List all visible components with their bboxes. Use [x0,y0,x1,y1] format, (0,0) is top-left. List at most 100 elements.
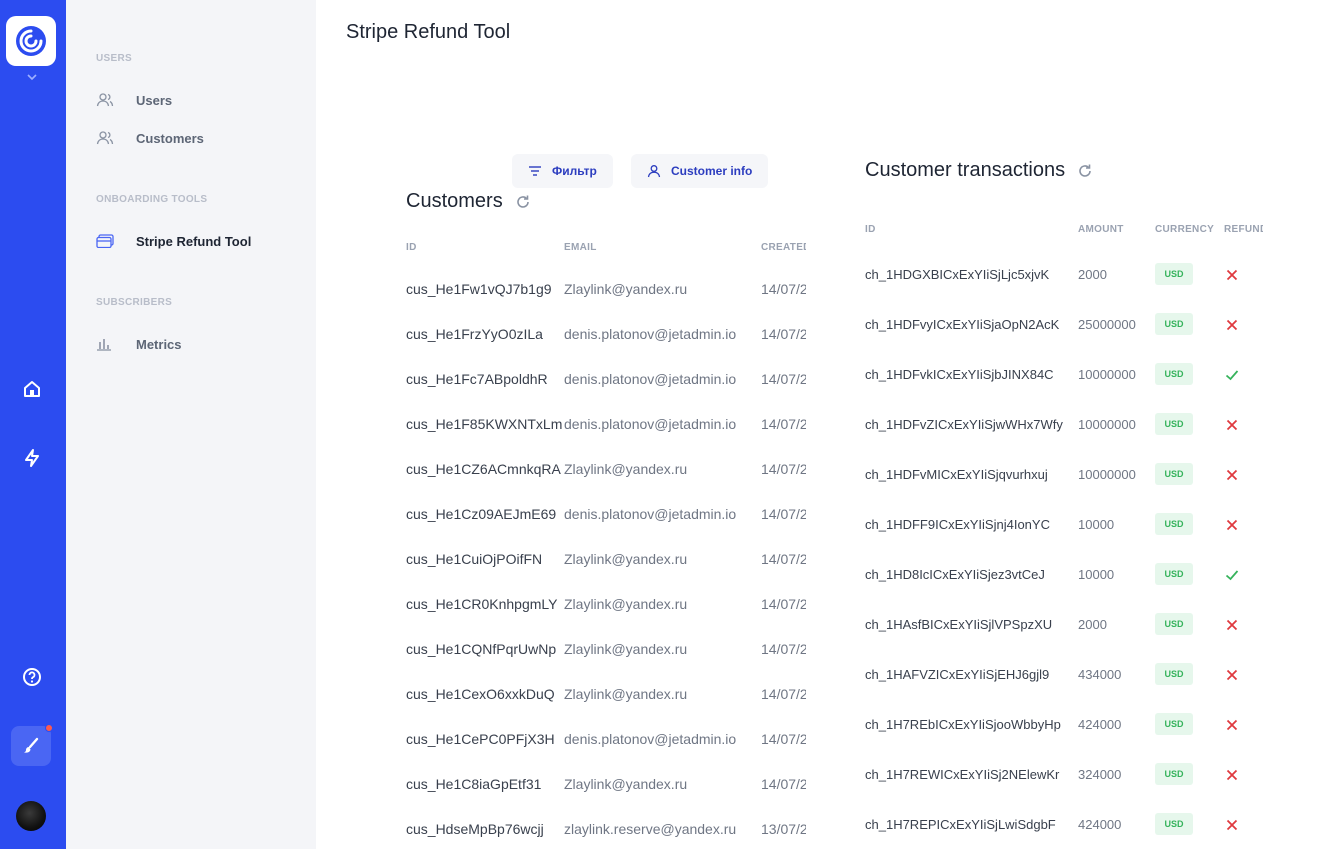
currency-badge: USD [1155,313,1193,335]
transactions-table: Customer transactions ID AMOUNT CURRENCY… [865,0,1263,849]
table-row[interactable]: ch_1H7REPICxExYIiSjLwiSdgbF 424000 USD [865,813,1263,837]
sidebar-item-stripe-refund-tool[interactable]: Stripe Refund Tool [96,229,251,253]
sidebar-item-label: Stripe Refund Tool [136,233,252,249]
home-icon[interactable] [19,376,45,402]
app-logo[interactable] [6,16,56,66]
customer-id: cus_He1CexO6xxkDuQ [406,686,555,702]
cross-icon [1226,519,1238,531]
table-row[interactable]: ch_1HDFF9ICxExYIiSjnj4IonYC 10000 USD [865,513,1263,537]
customer-id: cus_He1Fc7ABpoldhR [406,371,548,387]
column-header-email[interactable]: EMAIL [564,242,597,253]
transaction-id: ch_1HD8IcICxExYIiSjez3vtCeJ [865,567,1045,582]
transaction-id: ch_1H7REWICxExYIiSj2NElewKr [865,767,1060,782]
cross-icon [1226,319,1238,331]
table-row[interactable]: cus_He1CQNfPqrUwNp Zlaylink@yandex.ru 14/0… [406,641,806,661]
app-rail [0,0,66,849]
table-row[interactable]: cus_He1C8iaGpEtf31 Zlaylink@yandex.ru 14/0… [406,776,806,796]
refresh-icon[interactable] [1077,163,1093,179]
sidebar-item-label: Customers [136,130,204,146]
cross-icon [1226,419,1238,431]
refresh-icon[interactable] [515,194,531,210]
table-row[interactable]: ch_1HD8IcICxExYIiSjez3vtCeJ 10000 USD [865,563,1263,587]
column-header-created[interactable]: CREATED [761,242,806,253]
customer-id: cus_He1Cz09AEJmE69 [406,506,557,522]
check-icon [1225,370,1239,381]
table-row[interactable]: cus_He1CR0KnhpgmLY Zlaylink@yandex.ru 14/0… [406,596,806,616]
column-header-id[interactable]: ID [406,242,417,253]
currency-badge: USD [1155,563,1193,585]
customer-id: cus_He1CuiOjPOifFN [406,551,543,567]
customer-id: cus_He1FrzYyO0zILa [406,326,543,342]
customer-created: 14/07/2 [761,596,806,612]
table-row[interactable]: cus_He1Fc7ABpoldhR denis.platonov@jetadmi… [406,371,806,391]
transaction-amount: 2000 [1078,617,1107,632]
currency-badge: USD [1155,413,1193,435]
transaction-amount: 10000000 [1078,417,1136,432]
table-row[interactable]: ch_1H7REbICxExYIiSjooWbbyHp 424000 USD [865,713,1263,737]
customer-id: cus_HdseMpBp76wcjj [406,821,544,837]
transaction-id: ch_1HDFF9ICxExYIiSjnj4IonYC [865,517,1050,532]
table-row[interactable]: cus_He1CuiOjPOifFN Zlaylink@yandex.ru 14/0… [406,551,806,571]
notification-dot [45,724,53,732]
bar-chart-icon [96,335,120,353]
customer-email: denis.platonov@jetadmin.io [564,371,737,387]
table-row[interactable]: ch_1HDGXBICxExYIiSjLjc5xjvK 2000 USD [865,263,1263,287]
customer-id: cus_He1Fw1vQJ7b1g9 [406,281,552,297]
transaction-id: ch_1H7REPICxExYIiSjLwiSdgbF [865,817,1056,832]
sidebar-item-customers[interactable]: Customers [96,126,204,150]
transaction-id: ch_1HDFvMICxExYIiSjqvurhxuj [865,467,1048,482]
transaction-id: ch_1H7REbICxExYIiSjooWbbyHp [865,717,1061,732]
table-row[interactable]: cus_He1FrzYyO0zILa denis.platonov@jetadmi… [406,326,806,346]
check-icon [1225,570,1239,581]
table-row[interactable]: cus_He1CZ6ACmnkqRA Zlaylink@yandex.ru 14/0… [406,461,806,481]
transaction-id: ch_1HDFvyICxExYIiSjaOpN2AcK [865,317,1060,332]
table-row[interactable]: ch_1HDFvyICxExYIiSjaOpN2AcK 25000000 USD [865,313,1263,337]
table-row[interactable]: cus_He1CePC0PFjX3H denis.platonov@jetadmi… [406,731,806,751]
transaction-id: ch_1HAsfBICxExYIiSjlVPSpzXU [865,617,1053,632]
cross-icon [1226,469,1238,481]
sidebar-item-metrics[interactable]: Metrics [96,332,182,356]
column-header-currency[interactable]: CURRENCY [1155,224,1214,235]
column-header-amount[interactable]: AMOUNT [1078,224,1124,235]
table-row[interactable]: ch_1HAFVZICxExYIiSjEHJ6gjl9 434000 USD [865,663,1263,687]
transaction-amount: 10000 [1078,567,1115,582]
lightning-icon[interactable] [19,445,45,471]
table-row[interactable]: cus_He1Fw1vQJ7b1g9 Zlaylink@yandex.ru 14/0… [406,281,806,301]
currency-badge: USD [1155,613,1193,635]
customer-created: 14/07/2 [761,686,806,702]
table-row[interactable]: ch_1HDFvkICxExYIiSjbJINX84C 10000000 USD [865,363,1263,387]
customer-email: zlaylink.reserve@yandex.ru [564,821,737,837]
card-icon [96,232,120,250]
table-row[interactable]: cus_He1F85KWXNTxLm denis.platonov@jetadmi… [406,416,806,436]
customer-created: 14/07/2 [761,551,806,567]
table-row[interactable]: ch_1HDFvMICxExYIiSjqvurhxuj 10000000 USD [865,463,1263,487]
table-row[interactable]: ch_1H7REWICxExYIiSj2NElewKr 324000 USD [865,763,1263,787]
help-icon[interactable] [19,664,45,690]
table-row[interactable]: cus_HdseMpBp76wcjj zlaylink.reserve@yande… [406,821,806,841]
column-header-refund[interactable]: REFUND [1224,224,1263,235]
transaction-amount: 25000000 [1078,317,1136,332]
chevron-down-icon[interactable] [25,72,39,82]
transactions-title: Customer transactions [865,159,1066,181]
customer-id: cus_He1F85KWXNTxLm [406,416,563,432]
cross-icon [1226,719,1238,731]
customer-created: 14/07/2 [761,641,806,657]
transaction-amount: 2000 [1078,267,1107,282]
customer-id: cus_He1C8iaGpEtf31 [406,776,542,792]
customer-created: 14/07/2 [761,281,806,297]
swirl-logo-icon [16,26,46,56]
customize-button[interactable] [11,724,53,766]
table-row[interactable]: ch_1HAsfBICxExYIiSjlVPSpzXU 2000 USD [865,613,1263,637]
column-header-id[interactable]: ID [865,224,876,235]
customer-created: 14/07/2 [761,506,806,522]
table-row[interactable]: ch_1HDFvZICxExYIiSjwWHx7Wfy 10000000 USD [865,413,1263,437]
transaction-amount: 424000 [1078,717,1122,732]
table-row[interactable]: cus_He1CexO6xxkDuQ Zlaylink@yandex.ru 14/0… [406,686,806,706]
avatar[interactable] [16,801,46,831]
customer-email: Zlaylink@yandex.ru [564,776,688,792]
table-row[interactable]: cus_He1Cz09AEJmE69 denis.platonov@jetadmi… [406,506,806,526]
currency-badge: USD [1155,713,1193,735]
sidebar-item-users[interactable]: Users [96,88,172,112]
customer-created: 14/07/2 [761,416,806,432]
customer-email: Zlaylink@yandex.ru [564,686,688,702]
